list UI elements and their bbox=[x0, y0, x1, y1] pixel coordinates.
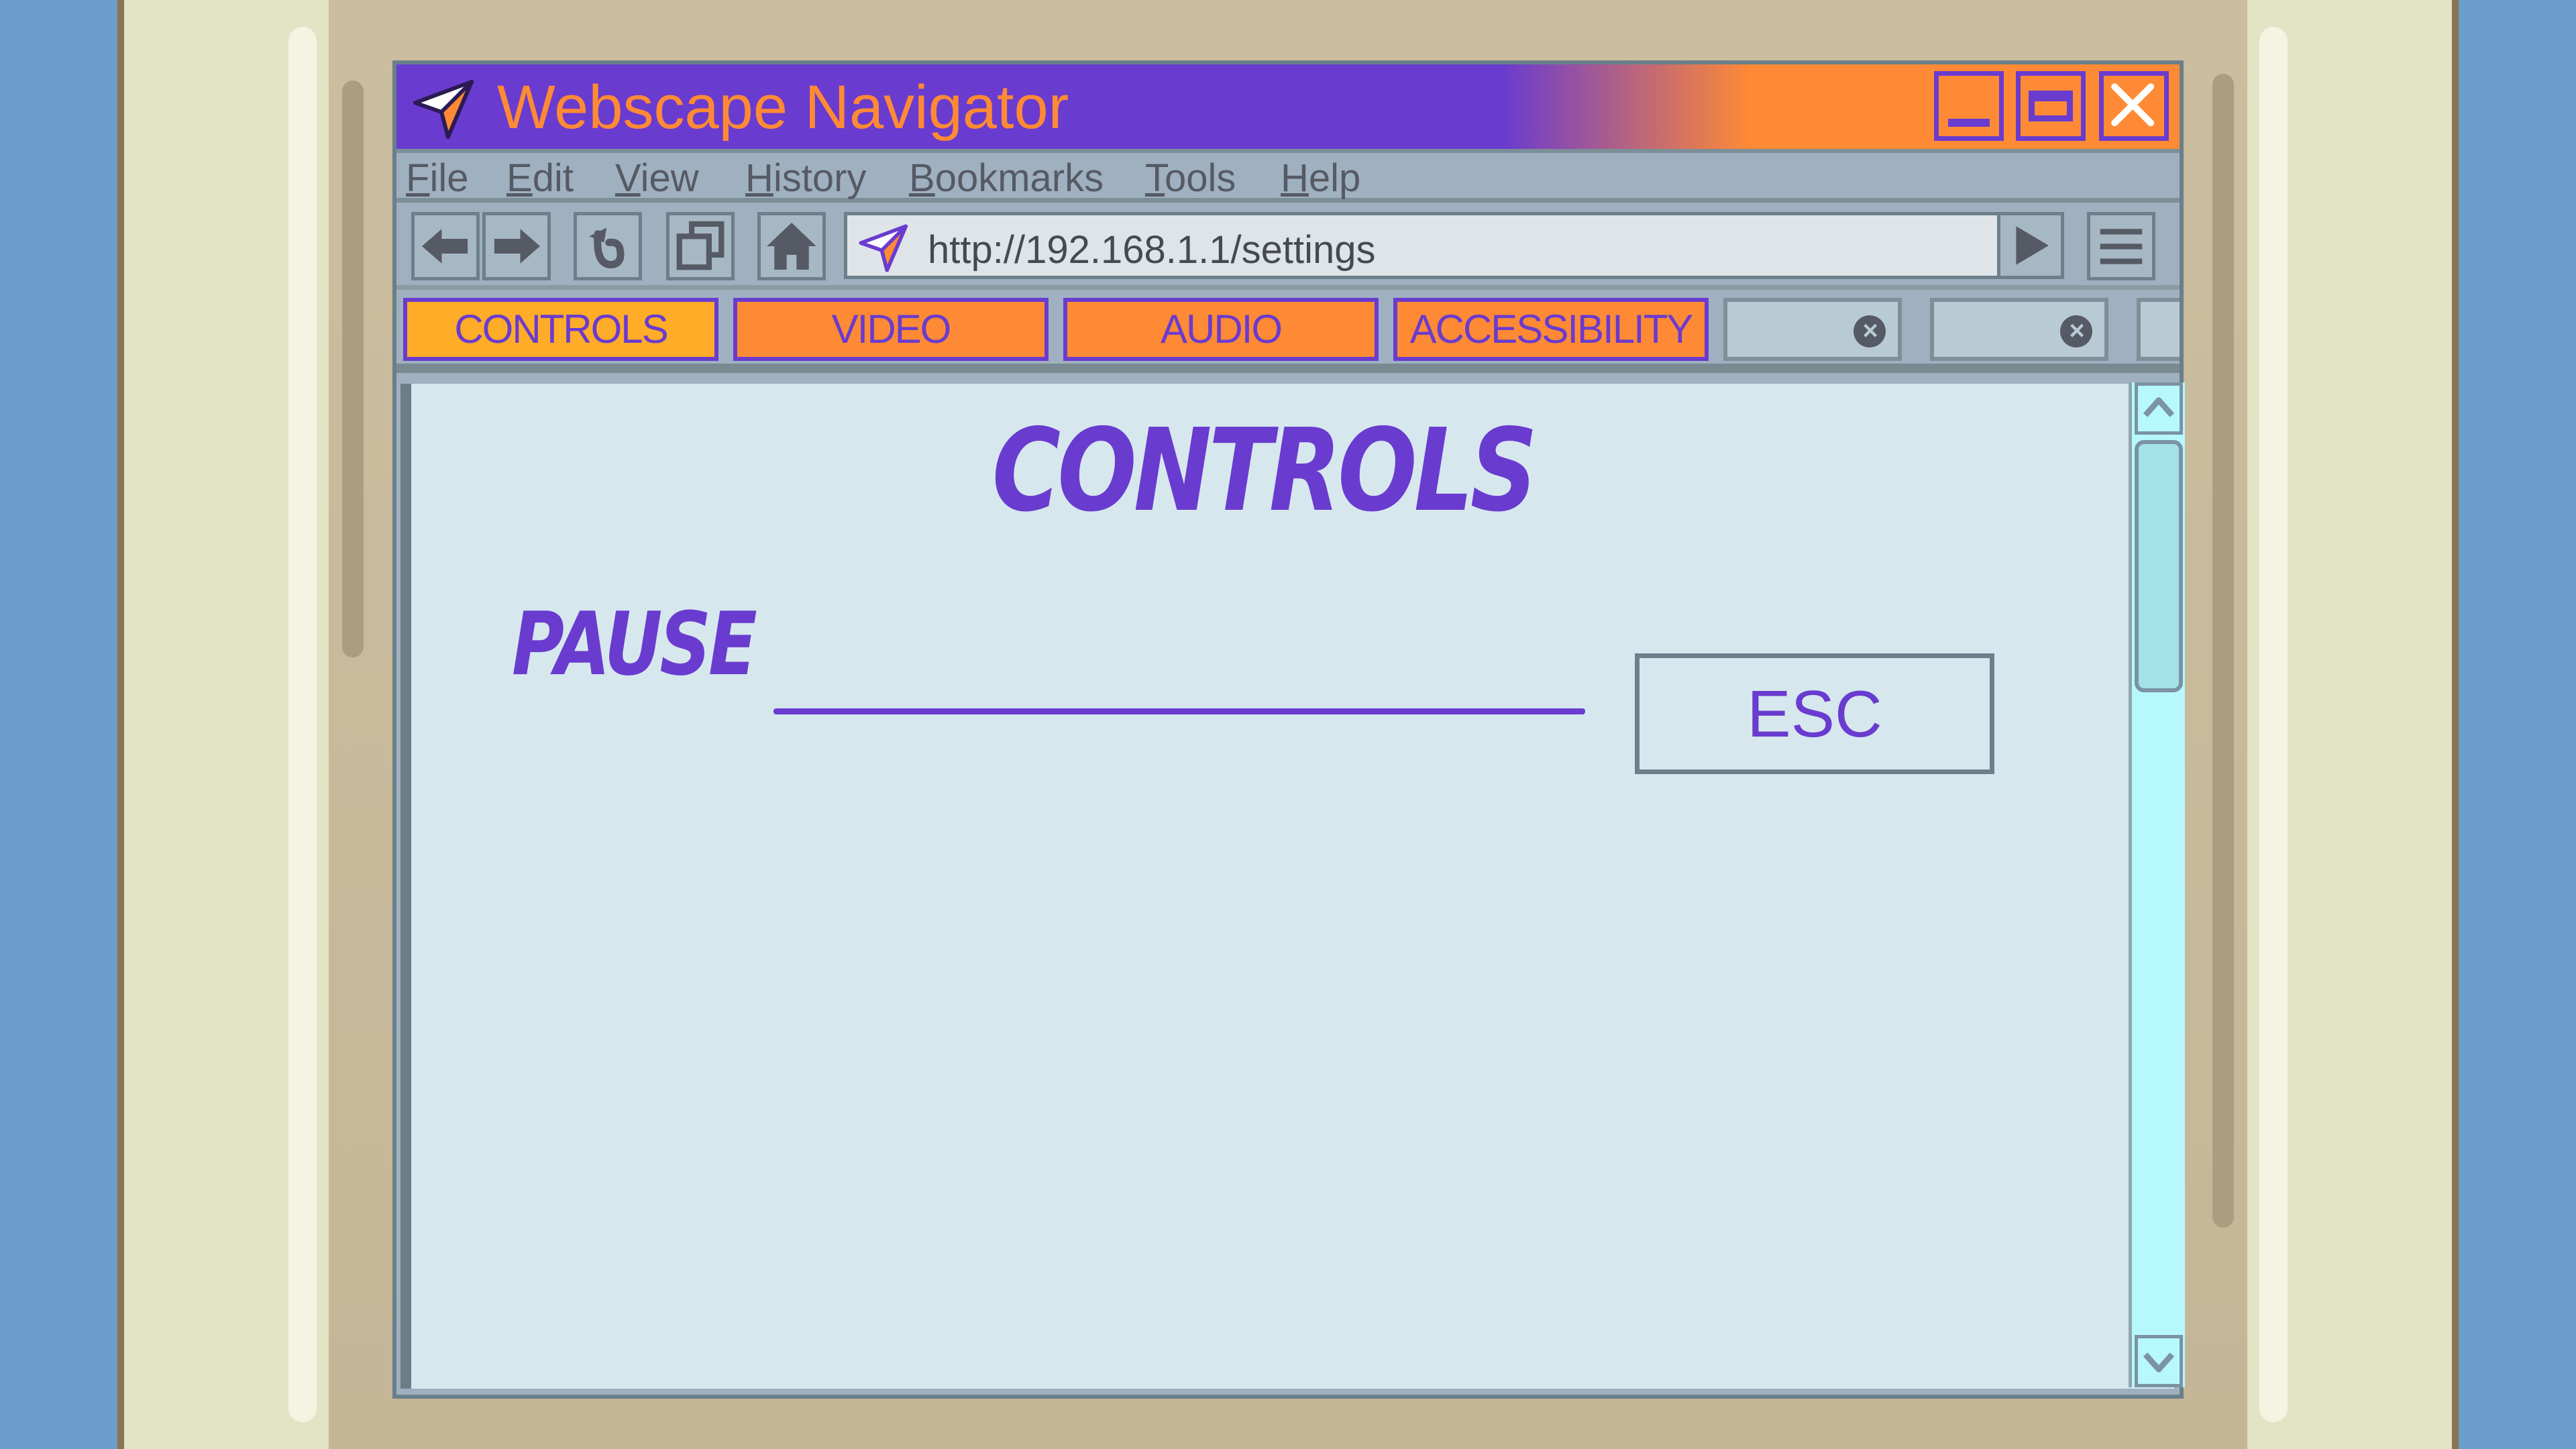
site-favicon-icon bbox=[859, 224, 908, 272]
tab-close-icon[interactable]: × bbox=[2060, 315, 2092, 347]
casing-highlight-right bbox=[2259, 27, 2288, 1422]
close-icon bbox=[2111, 83, 2155, 127]
tab-accessibility[interactable]: ACCESSIBILITY bbox=[1393, 298, 1709, 361]
home-button[interactable] bbox=[757, 212, 826, 280]
page-content: CONTROLS PAUSE ESC bbox=[400, 382, 2185, 1389]
tab-video[interactable]: VIDEO bbox=[733, 298, 1049, 361]
new-window-icon bbox=[676, 221, 724, 270]
tab-close-icon[interactable]: × bbox=[1854, 315, 1886, 347]
tab-controls[interactable]: CONTROLS bbox=[403, 298, 718, 361]
menu-file[interactable]: File bbox=[406, 158, 468, 199]
new-window-button[interactable] bbox=[666, 212, 735, 280]
reload-icon bbox=[589, 227, 625, 269]
tab-audio[interactable]: AUDIO bbox=[1063, 298, 1379, 361]
menu-help[interactable]: Help bbox=[1281, 158, 1360, 199]
window-title: Webscape Navigator bbox=[497, 73, 1069, 142]
address-bar[interactable]: http://192.168.1.1/settings bbox=[844, 212, 2019, 279]
hamburger-menu-icon bbox=[2100, 229, 2143, 264]
minimize-button[interactable] bbox=[1934, 71, 2004, 141]
navigator-logo-icon bbox=[413, 79, 474, 140]
menu-bar: File Edit View History Bookmarks Tools H… bbox=[396, 153, 2180, 203]
page-title: CONTROLS bbox=[991, 405, 1538, 537]
browser-menu-button[interactable] bbox=[2087, 212, 2155, 280]
menu-history[interactable]: History bbox=[745, 158, 866, 199]
maximize-button[interactable] bbox=[2016, 71, 2086, 141]
forward-button[interactable] bbox=[482, 212, 551, 280]
binding-key-button[interactable]: ESC bbox=[1635, 653, 1994, 774]
menu-view[interactable]: View bbox=[615, 158, 699, 199]
back-button[interactable] bbox=[411, 212, 480, 280]
go-arrow-icon bbox=[2016, 226, 2049, 265]
scroll-down-button[interactable] bbox=[2135, 1335, 2183, 1387]
casing-highlight-left bbox=[288, 27, 317, 1422]
tab-empty-1[interactable]: × bbox=[1723, 298, 1902, 361]
reload-button[interactable] bbox=[574, 212, 642, 280]
tab-bar: CONTROLS VIDEO AUDIO ACCESSIBILITY × × bbox=[396, 290, 2180, 373]
title-bar[interactable]: Webscape Navigator bbox=[396, 64, 2180, 153]
forward-arrow-icon bbox=[494, 229, 540, 264]
address-url: http://192.168.1.1/settings bbox=[928, 228, 1376, 272]
tab-empty-2[interactable]: × bbox=[1930, 298, 2108, 361]
nav-toolbar: http://192.168.1.1/settings bbox=[396, 203, 2180, 290]
menu-tools[interactable]: Tools bbox=[1145, 158, 1236, 199]
browser-window: Webscape Navigator File Edit View Histor… bbox=[392, 60, 2185, 1399]
close-button[interactable] bbox=[2099, 71, 2169, 141]
bezel-shade bbox=[2212, 74, 2234, 1228]
home-icon bbox=[767, 223, 816, 270]
tab-empty-3[interactable] bbox=[2137, 298, 2180, 361]
menu-edit[interactable]: Edit bbox=[506, 158, 574, 199]
go-button[interactable] bbox=[1997, 212, 2064, 279]
scroll-up-button[interactable] bbox=[2135, 382, 2183, 435]
scroll-down-icon bbox=[2143, 1352, 2175, 1373]
menu-bookmarks[interactable]: Bookmarks bbox=[909, 158, 1104, 199]
binding-leader-line bbox=[773, 708, 1585, 714]
scroll-up-icon bbox=[2143, 397, 2175, 417]
bezel-shade bbox=[342, 80, 364, 657]
binding-action-label: PAUSE bbox=[512, 593, 757, 695]
scrollbar-thumb[interactable] bbox=[2135, 440, 2183, 692]
back-arrow-icon bbox=[422, 229, 468, 264]
vertical-scrollbar[interactable] bbox=[2129, 382, 2185, 1387]
